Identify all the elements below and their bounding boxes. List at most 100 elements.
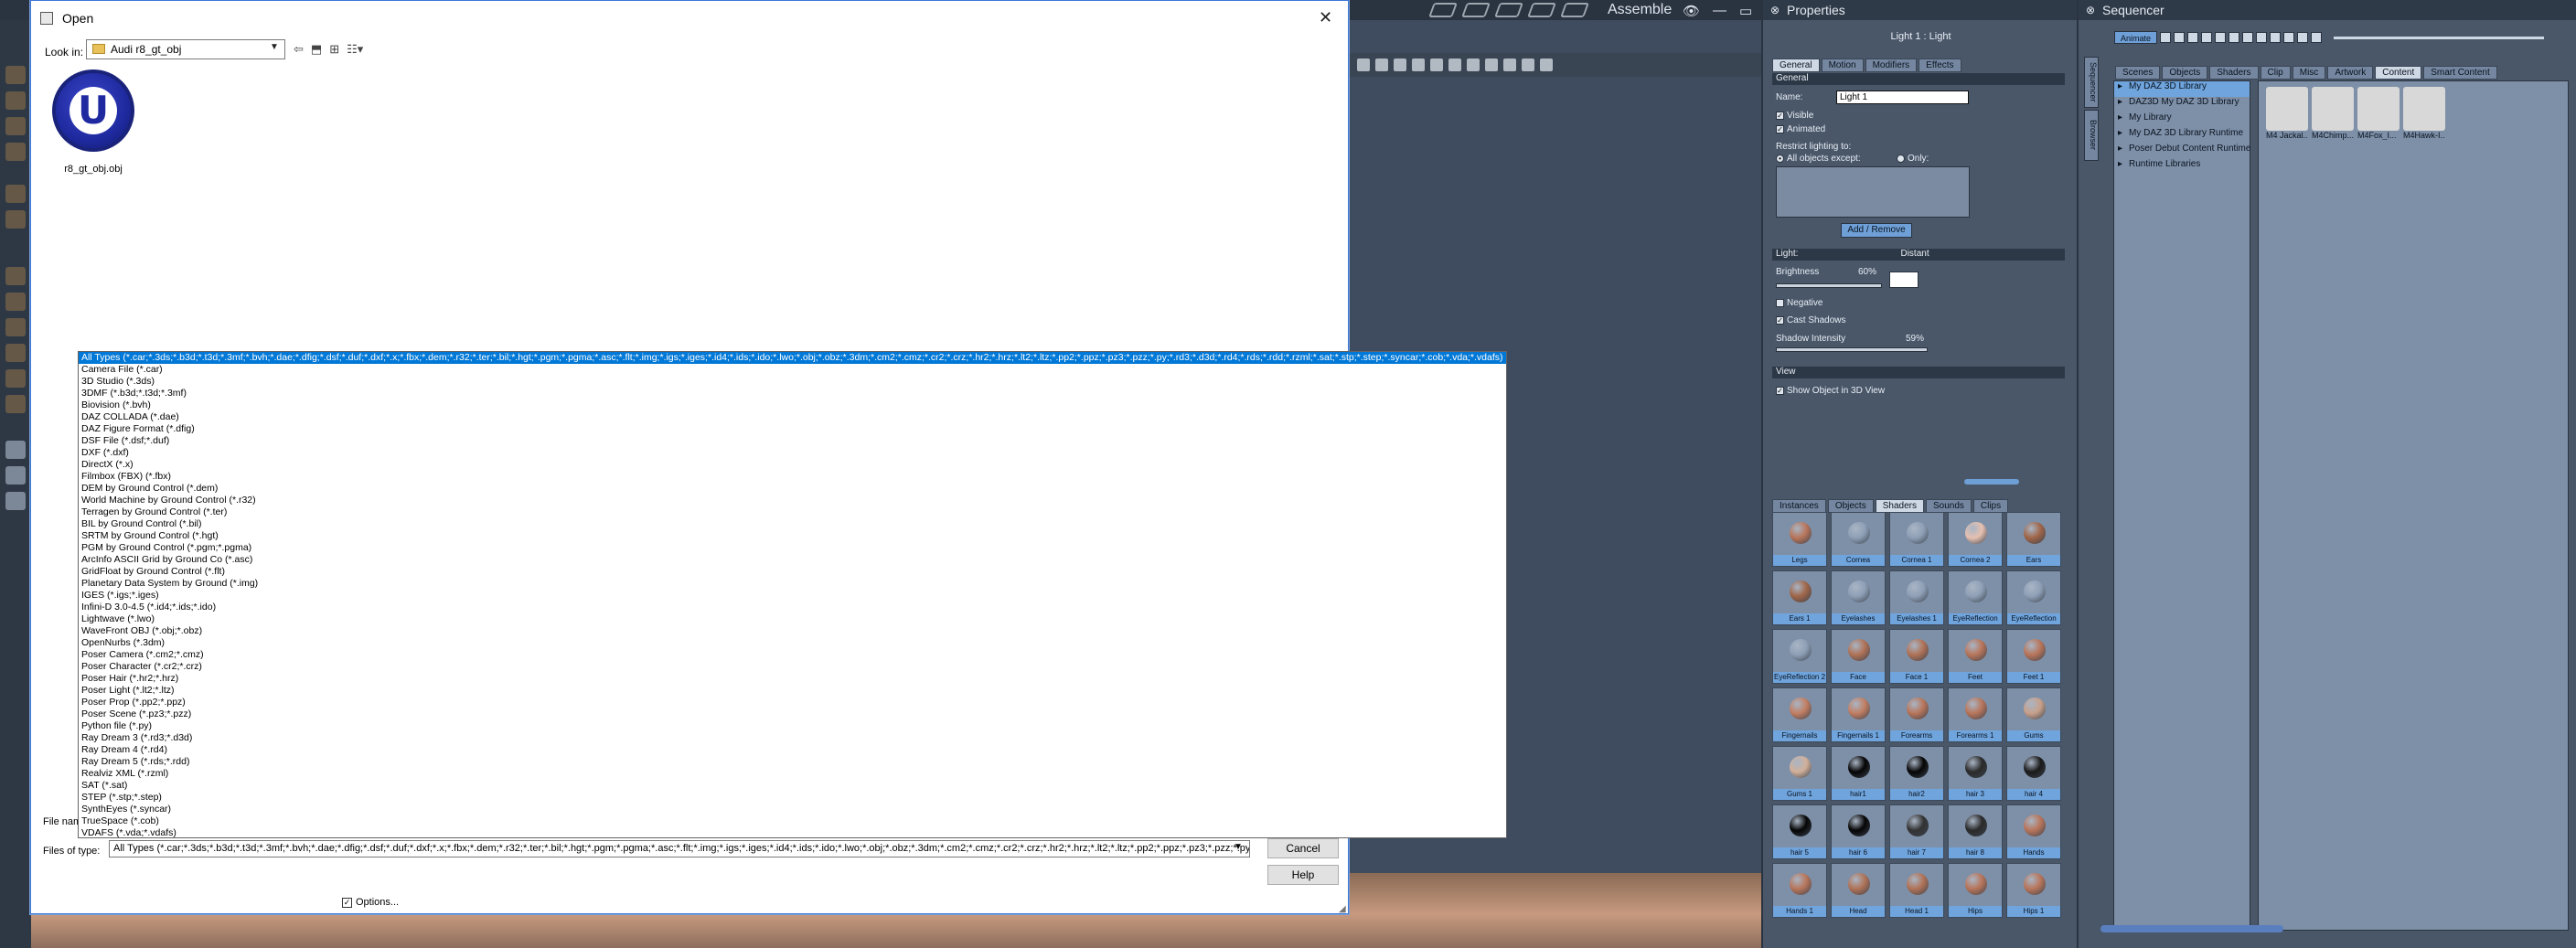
file-type-option[interactable]: Python file (*.py) [79,720,1506,732]
visible-option[interactable]: ✓ Visible [1776,111,1813,121]
layout-icon[interactable] [1430,59,1443,71]
shader-tile[interactable]: Cornea 1 [1889,512,1944,567]
shader-tile[interactable]: Feet [1948,629,2003,684]
timeline-slider[interactable] [2334,36,2545,39]
room-tab-icon[interactable] [1428,3,1458,17]
file-type-option[interactable]: TrueSpace (*.cob) [79,815,1506,827]
restrict-list[interactable] [1776,166,1970,218]
tree-item-poser-debut[interactable]: Poser Debut Content Runtime [2114,144,2250,159]
shader-tile[interactable]: hair2 [1889,746,1944,801]
key-icon[interactable] [2283,32,2295,43]
cancel-button[interactable]: Cancel [1267,838,1339,858]
file-type-option[interactable]: Poser Scene (*.pz3;*.pzz) [79,708,1506,720]
file-type-option[interactable]: GridFloat by Ground Control (*.flt) [79,566,1506,578]
shader-tile[interactable]: Eyelashes 1 [1889,570,1944,625]
file-type-option[interactable]: Planetary Data System by Ground (*.img) [79,578,1506,590]
layout-icon[interactable] [1412,59,1425,71]
all-except-option[interactable]: • All objects except: [1776,154,1861,164]
prev-frame-icon[interactable] [2187,32,2199,43]
shader-tile[interactable]: Legs [1772,512,1827,567]
shader-tile[interactable]: EyeReflection 2 [1772,629,1827,684]
file-type-option[interactable]: Ray Dream 5 (*.rds;*.rdd) [79,756,1506,768]
file-type-option[interactable]: Biovision (*.bvh) [79,399,1506,411]
file-type-option[interactable]: Poser Camera (*.cm2;*.cmz) [79,649,1506,661]
file-type-option[interactable]: Poser Character (*.cr2;*.crz) [79,661,1506,673]
maximize-icon[interactable]: ▭ [1739,3,1752,19]
hand-tool-icon[interactable] [5,466,26,485]
content-thumbnail[interactable]: M4Hawk-I... [2403,87,2445,144]
checkbox-checked-icon[interactable]: ✓ [1776,111,1784,120]
rotate-tool-icon[interactable] [5,117,26,135]
file-type-option[interactable]: SRTM by Ground Control (*.hgt) [79,530,1506,542]
shader-tile[interactable]: Head 1 [1889,863,1944,918]
key-icon[interactable] [2311,32,2323,43]
loop-icon[interactable] [2256,32,2268,43]
tree-item-runtime[interactable]: My DAZ 3D Library Runtime [2114,128,2250,144]
tab-sequencer[interactable]: Sequencer [2084,57,2099,108]
shader-tile[interactable]: hair 5 [1772,804,1827,859]
horizontal-scrollbar[interactable] [2100,925,2283,932]
next-key-icon[interactable] [2229,32,2240,43]
render-mode-icon[interactable] [1503,59,1516,71]
light-type-select[interactable]: Distant [1900,249,1929,259]
camera-icon[interactable] [1467,59,1480,71]
resize-grip-icon[interactable]: ◢ [1339,904,1346,914]
shader-tile[interactable]: Forearms [1889,687,1944,742]
select-tool-icon[interactable] [5,66,26,84]
light-section-header[interactable]: Light: Distant [1772,249,2065,261]
show-in-3d-option[interactable]: ✓ Show Object in 3D View [1776,386,1885,396]
shader-tile[interactable]: Cornea 2 [1948,512,2003,567]
shader-tile[interactable]: hair 6 [1831,804,1886,859]
mode-label[interactable]: Assemble [1608,2,1672,18]
tab-shaders[interactable]: Shaders [2209,66,2259,80]
shader-tile[interactable]: Hips [1948,863,2003,918]
file-type-option[interactable]: Terragen by Ground Control (*.ter) [79,506,1506,518]
grid-icon[interactable] [1357,59,1370,71]
tree-item-my-library[interactable]: My Library [2114,112,2250,128]
shader-tile[interactable]: hair 8 [1948,804,2003,859]
key-icon[interactable] [2297,32,2309,43]
add-remove-button[interactable]: Add / Remove [1841,223,1912,238]
shader-tile[interactable]: Feet 1 [2006,629,2061,684]
tab-effects[interactable]: Effects [1919,59,1961,72]
tree-item-my-daz-library[interactable]: My DAZ 3D Library [2114,81,2250,97]
brightness-slider[interactable] [1776,283,1882,288]
shader-tile[interactable]: Fingernails [1772,687,1827,742]
file-type-option[interactable]: DEM by Ground Control (*.dem) [79,483,1506,495]
tab-browser[interactable]: Browser [2084,110,2099,161]
shader-tile[interactable]: Hands [2006,804,2061,859]
shader-tile[interactable]: Cornea [1831,512,1886,567]
panel-close-icon[interactable]: ⊗ [1770,4,1780,16]
tab-clip[interactable]: Clip [2260,66,2291,80]
general-section-header[interactable]: General [1772,73,2065,85]
layout-icon[interactable] [1394,59,1406,71]
brush-tool-icon[interactable] [5,210,26,229]
file-type-option[interactable]: PGM by Ground Control (*.pgm;*.pgma) [79,542,1506,554]
tab-artwork[interactable]: Artwork [2327,66,2374,80]
scale-tool-icon[interactable] [5,318,26,336]
negative-option[interactable]: Negative [1776,298,1822,308]
sphere-icon[interactable] [1540,59,1553,71]
name-field[interactable]: Light 1 [1836,91,1969,104]
translate-tool-icon[interactable] [5,293,26,311]
file-type-option[interactable]: Filmbox (FBX) (*.fbx) [79,471,1506,483]
shader-tile[interactable]: Gums [2006,687,2061,742]
file-type-option[interactable]: Lightwave (*.lwo) [79,613,1506,625]
file-type-option[interactable]: OpenNurbs (*.3dm) [79,637,1506,649]
view-section-header[interactable]: View [1772,367,2065,378]
shader-tile[interactable]: Hands 1 [1772,863,1827,918]
animate-button[interactable]: Animate [2114,31,2158,44]
shader-tile[interactable]: Ears 1 [1772,570,1827,625]
file-type-option[interactable]: DirectX (*.x) [79,459,1506,471]
pen-tool-icon[interactable] [5,185,26,203]
file-type-option[interactable]: DXF (*.dxf) [79,447,1506,459]
new-folder-icon[interactable]: ⊞ [329,42,339,57]
shader-tile[interactable]: hair 3 [1948,746,2003,801]
figure-tool-icon[interactable] [5,395,26,413]
content-thumbnail[interactable]: M4 Jackal... [2266,87,2308,144]
shader-tile[interactable]: Eyelashes [1831,570,1886,625]
tree-item-daz3d-library[interactable]: DAZ3D My DAZ 3D Library [2114,97,2250,112]
file-type-option[interactable]: Camera File (*.car) [79,364,1506,376]
close-icon[interactable]: ✕ [1319,8,1332,27]
eye-icon[interactable]: 👁 [1683,3,1700,19]
